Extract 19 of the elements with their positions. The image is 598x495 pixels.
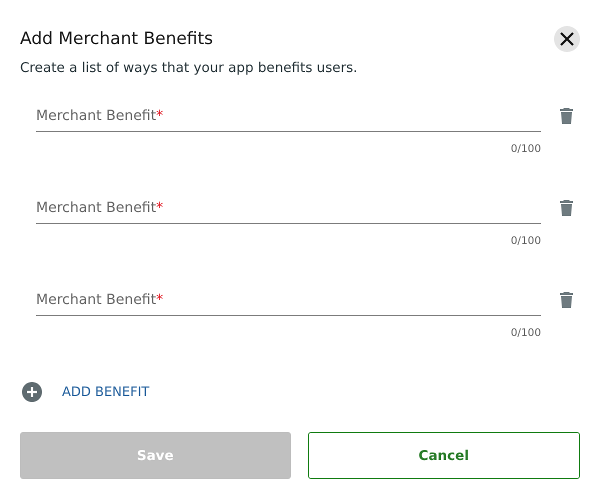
dialog-subtitle: Create a list of ways that your app benefits users.	[20, 60, 358, 76]
trash-icon	[560, 200, 573, 216]
cancel-button[interactable]: Cancel	[308, 432, 580, 479]
trash-icon	[560, 108, 573, 124]
benefit-input-field[interactable]: Merchant Benefit*	[36, 286, 541, 316]
add-benefit-button[interactable]: ADD BENEFIT	[22, 382, 150, 402]
dialog-title: Add Merchant Benefits	[20, 29, 214, 49]
close-icon	[560, 32, 574, 46]
close-button[interactable]	[554, 26, 580, 52]
benefit-input-field[interactable]: Merchant Benefit*	[36, 102, 541, 132]
character-counter: 0/100	[510, 143, 541, 155]
character-counter: 0/100	[510, 327, 541, 339]
delete-button[interactable]	[560, 292, 573, 308]
plus-circle-icon	[22, 382, 42, 402]
delete-button[interactable]	[560, 200, 573, 216]
character-counter: 0/100	[510, 235, 541, 247]
benefit-input-field[interactable]: Merchant Benefit*	[36, 194, 541, 224]
delete-button[interactable]	[560, 108, 573, 124]
trash-icon	[560, 292, 573, 308]
